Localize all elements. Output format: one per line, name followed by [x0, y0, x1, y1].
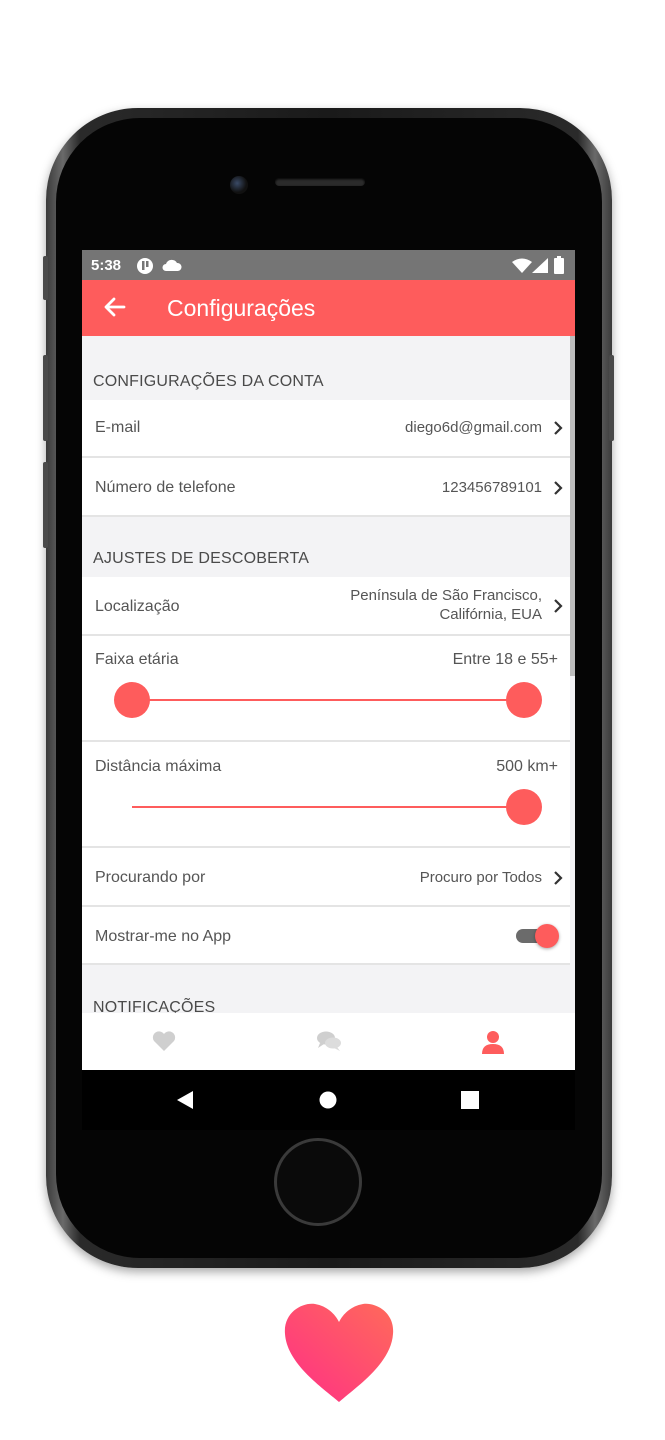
- looking-for-label: Procurando por: [95, 869, 206, 886]
- email-label: E-mail: [95, 419, 141, 436]
- max-distance-row: Distância máxima 500 km+: [82, 742, 570, 848]
- location-label: Localização: [95, 598, 180, 615]
- volume-up-button: [43, 355, 48, 441]
- age-range-min-thumb[interactable]: [114, 682, 150, 718]
- age-range-row: Faixa etária Entre 18 e 55+: [82, 636, 570, 742]
- age-range-max-thumb[interactable]: [506, 682, 542, 718]
- chevron-right-icon: [552, 870, 564, 886]
- max-distance-slider-track[interactable]: [132, 806, 524, 808]
- chevron-right-icon: [552, 420, 564, 436]
- app-bar: Configurações: [82, 280, 575, 336]
- battery-icon: [554, 256, 564, 277]
- section-header-discovery: AJUSTES DE DESCOBERTA: [93, 550, 310, 567]
- chevron-right-icon: [552, 480, 564, 496]
- front-camera: [230, 176, 248, 194]
- home-button[interactable]: [274, 1138, 362, 1226]
- back-triangle-icon[interactable]: [176, 1090, 194, 1115]
- show-me-label: Mostrar-me no App: [95, 928, 232, 945]
- max-distance-thumb[interactable]: [506, 789, 542, 825]
- status-bar: 5:38: [82, 250, 575, 280]
- show-me-toggle-thumb[interactable]: [535, 924, 559, 948]
- chevron-right-icon: [552, 598, 564, 614]
- arrow-left-icon[interactable]: [102, 292, 128, 322]
- earpiece-speaker: [275, 178, 365, 186]
- location-row[interactable]: Localização Península de São Francisco, …: [82, 577, 570, 636]
- phone-number-value: 123456789101: [441, 479, 542, 496]
- age-range-value: Entre 18 e 55+: [452, 651, 558, 668]
- location-value-line2: Califórnia, EUA: [439, 606, 542, 623]
- section-header-notifications: NOTIFICAÇÕES: [93, 999, 216, 1013]
- page-title: Configurações: [167, 295, 316, 321]
- phone-number-row[interactable]: Número de telefone 123456789101: [82, 458, 570, 517]
- system-nav-bar: [82, 1070, 575, 1130]
- volume-down-button: [43, 462, 48, 548]
- scrollbar[interactable]: [570, 336, 575, 676]
- profile-icon[interactable]: [480, 1029, 506, 1055]
- heart-icon[interactable]: [151, 1029, 177, 1055]
- power-button: [609, 355, 614, 441]
- age-range-slider-track[interactable]: [132, 699, 524, 701]
- heart-logo-icon: [283, 1302, 395, 1404]
- max-distance-value: 500 km+: [496, 758, 558, 775]
- settings-list[interactable]: CONFIGURAÇÕES DA CONTA E-mail diego6d@gm…: [82, 336, 575, 1013]
- email-row[interactable]: E-mail diego6d@gmail.com: [82, 400, 570, 458]
- section-header-account: CONFIGURAÇÕES DA CONTA: [93, 373, 324, 390]
- app-screen: 5:38 Configurações CONFIGURAÇÕES DA CONT…: [82, 250, 575, 1130]
- cloud-icon: [162, 259, 182, 275]
- recents-square-icon[interactable]: [461, 1091, 479, 1114]
- email-value: diego6d@gmail.com: [405, 419, 542, 436]
- show-me-row: Mostrar-me no App: [82, 907, 570, 965]
- looking-for-row[interactable]: Procurando por Procuro por Todos: [82, 848, 570, 907]
- age-range-label: Faixa etária: [95, 651, 179, 668]
- chat-icon[interactable]: [315, 1029, 341, 1055]
- notification-icon: [136, 257, 154, 278]
- bottom-tab-bar: [82, 1013, 575, 1070]
- mute-switch: [43, 256, 48, 300]
- wifi-icon: [512, 258, 532, 276]
- signal-icon: [532, 258, 548, 276]
- home-circle-icon[interactable]: [319, 1091, 337, 1114]
- phone-number-label: Número de telefone: [95, 479, 236, 496]
- status-time: 5:38: [91, 257, 122, 274]
- location-value-line1: Península de São Francisco,: [350, 587, 542, 604]
- max-distance-label: Distância máxima: [95, 758, 222, 775]
- looking-for-value: Procuro por Todos: [419, 869, 542, 886]
